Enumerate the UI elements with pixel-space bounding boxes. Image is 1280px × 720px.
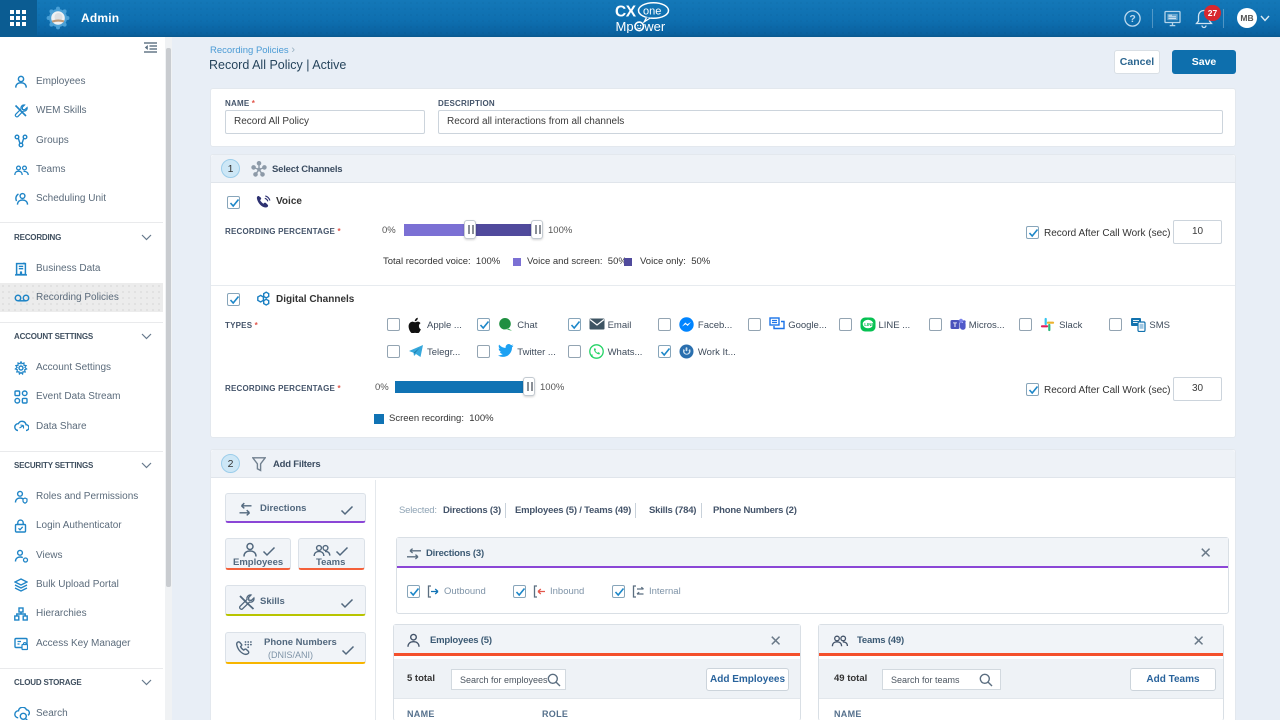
svg-text:Mp: Mp (616, 19, 634, 33)
svg-text:?: ? (1129, 13, 1135, 25)
svg-text:T: T (953, 322, 957, 329)
svg-text:one: one (643, 6, 661, 18)
svg-text:wer: wer (643, 19, 666, 33)
svg-text:CX: CX (615, 4, 637, 21)
svg-text:LINE: LINE (864, 322, 874, 327)
